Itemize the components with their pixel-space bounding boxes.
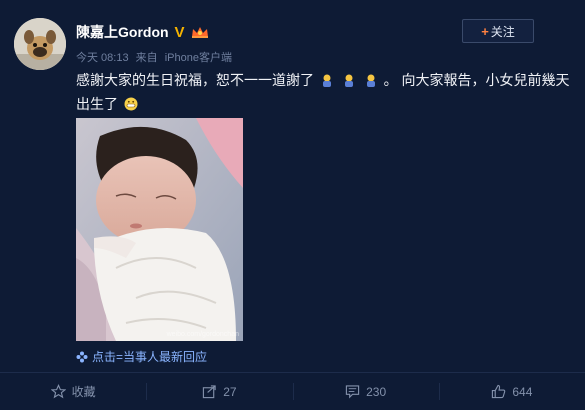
post-photo[interactable]: weibo.com/gordonchan: [76, 118, 243, 341]
star-icon: [50, 384, 66, 399]
post-text-part1: 感謝大家的生日祝福，恕不一一道謝了: [76, 72, 314, 88]
action-bar: 收藏 27 230 644: [0, 373, 585, 410]
comment-icon: [345, 385, 360, 399]
favorite-label: 收藏: [71, 385, 96, 399]
repost-button[interactable]: 27: [146, 373, 292, 410]
avatar[interactable]: [14, 18, 66, 70]
bow-emoji-icon: [322, 74, 331, 87]
name-row: 陳嘉上Gordon V: [76, 22, 209, 42]
flower-icon: [76, 351, 88, 362]
thumbs-up-icon: [492, 384, 506, 399]
post-meta: 今天 08:13 来自 iPhone客户端: [76, 49, 236, 65]
post-time[interactable]: 今天 08:13: [76, 52, 129, 64]
follow-label: 关注: [490, 24, 515, 39]
comment-count: 230: [366, 384, 387, 399]
plus-icon: +: [481, 23, 489, 39]
avatar-dog-image: [14, 18, 66, 70]
verified-badge-icon: V: [174, 23, 185, 41]
bow-emoji-icon: [344, 74, 353, 87]
like-count: 644: [512, 384, 533, 399]
username[interactable]: 陳嘉上Gordon: [76, 22, 169, 42]
post-source[interactable]: iPhone客户端: [165, 52, 232, 64]
post-text: 感謝大家的生日祝福，恕不一一道謝了 。 向大家報告，小女兒前幾天出生了: [76, 68, 576, 116]
weibo-post-card: 陳嘉上Gordon V 今天 08:13 来自 iPhone客户端 + 关注 感…: [0, 0, 585, 410]
bow-emoji-icon: [366, 74, 375, 87]
repost-count: 27: [223, 384, 237, 399]
related-link-label: 点击=当事人最新回应: [92, 350, 208, 364]
newborn-baby-photo: [76, 118, 243, 341]
comment-button[interactable]: 230: [292, 373, 439, 410]
like-button[interactable]: 644: [438, 373, 585, 410]
share-icon: [203, 385, 216, 399]
follow-button[interactable]: + 关注: [462, 19, 534, 43]
grin-emoji-icon: [124, 97, 138, 111]
related-news-link[interactable]: 点击=当事人最新回应: [76, 348, 207, 365]
favorite-button[interactable]: 收藏: [0, 373, 146, 410]
source-prefix: 来自: [135, 52, 158, 64]
photo-watermark: weibo.com/gordonchan: [166, 331, 239, 338]
member-crown-icon[interactable]: [191, 25, 209, 39]
